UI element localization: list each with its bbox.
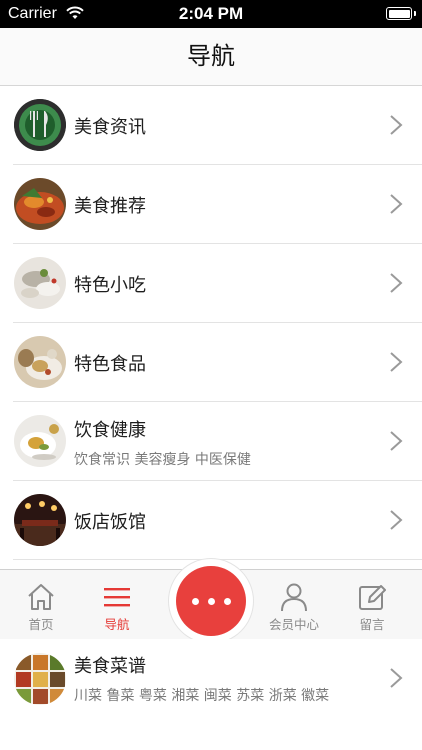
menu-item-healthy-diet[interactable]: 饮食健康 饮食常识 美容瘦身 中医保健 xyxy=(0,402,422,481)
tab-message[interactable]: 留言 xyxy=(337,570,407,638)
status-bar: Carrier 2:04 PM xyxy=(0,0,422,28)
fork-knife-plate-icon xyxy=(14,99,66,151)
menu-item-snacks[interactable]: 特色小吃 xyxy=(0,244,422,323)
chevron-right-icon xyxy=(390,115,403,135)
clock-label: 2:04 PM xyxy=(178,4,244,23)
menu-icon xyxy=(104,588,130,607)
menu-item-title: 美食推荐 xyxy=(74,196,146,217)
chevron-right-icon xyxy=(390,431,403,451)
dish-photo-icon xyxy=(14,178,66,230)
menu-item-title: 饭店饭馆 xyxy=(74,512,146,533)
tab-member-center[interactable]: 会员中心 xyxy=(259,570,329,638)
chevron-right-icon xyxy=(390,352,403,372)
menu-item-title: 特色小吃 xyxy=(74,275,146,296)
tab-label: 会员中心 xyxy=(268,617,319,632)
page-title: 导航 xyxy=(187,42,235,70)
tab-label: 导航 xyxy=(104,617,130,632)
restaurant-photo-icon xyxy=(14,494,66,546)
dumplings-photo-icon xyxy=(14,257,66,309)
menu-item-restaurants[interactable]: 饭店饭馆 xyxy=(0,481,422,560)
menu-item-subtitle: 饮食常识 美容瘦身 中医保健 xyxy=(74,452,251,468)
menu-item-title: 美食资讯 xyxy=(74,117,146,138)
chevron-right-icon xyxy=(390,194,403,214)
home-icon xyxy=(28,584,54,610)
battery-icon xyxy=(386,7,416,20)
tab-label: 首页 xyxy=(28,617,54,632)
edit-icon xyxy=(359,585,386,610)
more-button[interactable] xyxy=(176,566,246,636)
user-icon xyxy=(281,583,307,612)
salad-photo-icon xyxy=(14,415,66,467)
more-dots-icon xyxy=(208,598,215,605)
menu-item-recipes[interactable]: 美食菜谱 川菜 鲁菜 粤菜 湘菜 闽菜 苏菜 浙菜 徽菜 xyxy=(0,639,422,750)
menu-item-title: 特色食品 xyxy=(74,354,146,375)
menu-item-title: 美食菜谱 xyxy=(74,656,146,677)
more-dots-icon xyxy=(224,598,231,605)
menu-item-food-recommend[interactable]: 美食推荐 xyxy=(0,165,422,244)
menu-item-title: 饮食健康 xyxy=(74,420,146,441)
chevron-right-icon xyxy=(390,273,403,293)
menu-item-specialty-food[interactable]: 特色食品 xyxy=(0,323,422,402)
chevron-right-icon xyxy=(390,510,403,530)
tab-label: 留言 xyxy=(359,617,385,632)
menu-item-subtitle: 川菜 鲁菜 粤菜 湘菜 闽菜 苏菜 浙菜 徽菜 xyxy=(74,688,330,704)
chevron-right-icon xyxy=(390,668,403,688)
recipe-photo-icon xyxy=(14,653,66,705)
nav-header: 导航 xyxy=(0,28,422,86)
more-dots-icon xyxy=(192,598,199,605)
food-photo-icon xyxy=(14,336,66,388)
tab-navigation[interactable]: 导航 xyxy=(82,570,152,638)
menu-item-food-news[interactable]: 美食资讯 xyxy=(0,86,422,165)
tab-home[interactable]: 首页 xyxy=(6,570,76,638)
